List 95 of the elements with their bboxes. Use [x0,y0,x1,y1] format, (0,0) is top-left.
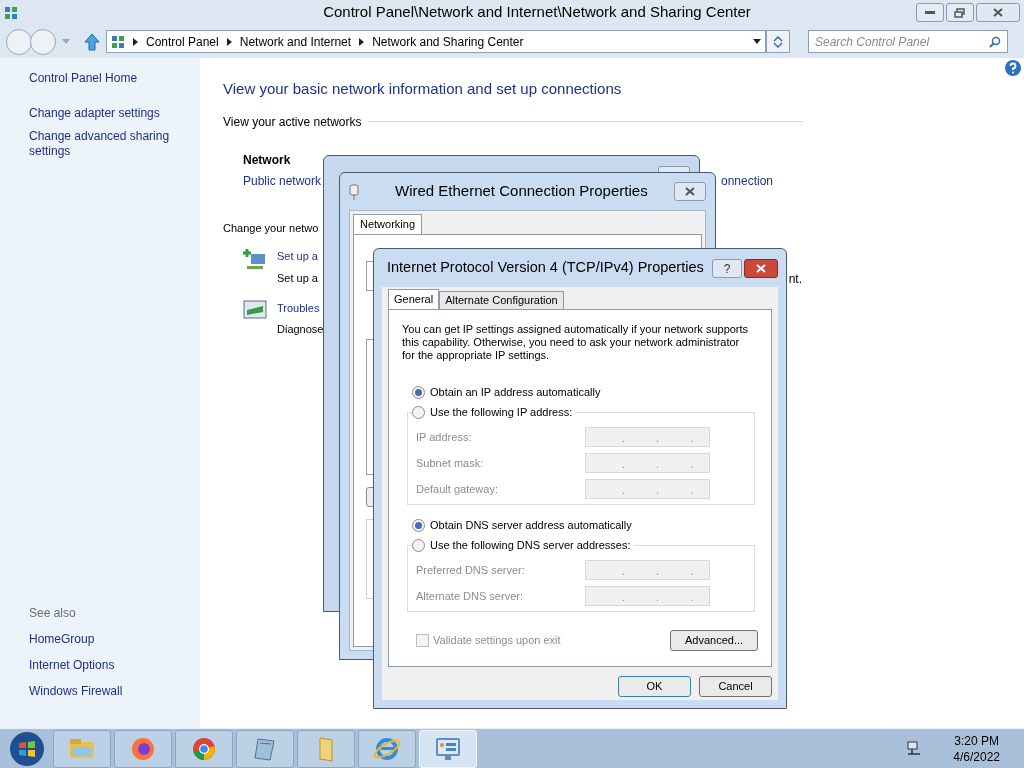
clock-time: 3:20 PM [954,732,999,749]
close-button[interactable] [674,182,706,201]
forward-button[interactable] [30,28,56,55]
back-button[interactable] [6,28,32,55]
see-also-heading: See also [29,605,77,622]
tab[interactable]: Alternate Configuration [439,291,564,309]
radio-button[interactable] [412,385,425,399]
address-field[interactable]: Control Panel Network and Internet Network and Sharing Center [106,30,766,53]
start-orb-icon [9,730,45,767]
radio-button[interactable] [412,538,425,552]
control-panel-icon [4,5,18,20]
ip-separator: . [621,430,625,446]
refresh-button[interactable] [766,30,790,53]
ip-separator: . [690,456,694,472]
close-icon [756,263,766,273]
close-button[interactable] [976,3,1020,22]
task-description: Set up a [277,270,318,286]
field-label: Default gateway: [416,481,498,497]
radio-button[interactable] [412,405,425,419]
control-panel-icon [111,34,125,49]
close-icon [993,8,1003,17]
ip-separator: . [621,589,625,605]
taskbar-app[interactable] [236,729,294,768]
checkbox-label: Validate settings upon exit [433,633,561,649]
taskbar-app[interactable] [114,729,172,768]
ip-separator: . [621,563,625,579]
minimize-icon [925,11,935,14]
refresh-icon [772,35,784,48]
advanced-button[interactable]: Advanced... [670,630,758,651]
chevron-icon [133,37,138,46]
chevron-icon [226,37,232,46]
breadcrumb[interactable]: Network and Sharing Center [372,32,524,51]
option-label: Obtain an IP address automatically [430,384,601,400]
radio-button[interactable] [412,518,425,532]
taskbar-app[interactable] [358,729,416,768]
sidebar-link[interactable]: Change advanced sharing settings [29,129,179,159]
field-label: IP address: [416,429,472,445]
ip-separator: . [621,482,625,498]
sidebar-link[interactable]: Change adapter settings [29,106,179,121]
tab[interactable]: Networking [353,214,423,234]
search-icon [989,35,1001,48]
task-description: nt. [788,270,802,288]
ip-separator: . [621,456,625,472]
field-label: Subnet mask: [416,455,484,471]
ip-separator: . [655,589,659,605]
sidebar-link[interactable]: Internet Options [29,656,200,674]
clock-date: 4/6/2022 [953,748,1000,765]
dropdown-arrow-icon[interactable] [753,39,761,44]
connection-link[interactable]: onnection [721,171,774,190]
restore-button[interactable] [946,3,974,22]
cancel-button[interactable]: Cancel [699,676,772,697]
ip-separator: . [655,430,659,446]
sidebar-link[interactable]: HomeGroup [29,630,200,648]
ip-separator: . [655,456,659,472]
task-description: Diagnose [277,322,324,337]
search-field[interactable]: Search Control Panel [808,30,1008,53]
field-label: Alternate DNS server: [416,588,523,604]
network-name: Network [243,151,292,169]
sidebar-link[interactable]: Windows Firewall [29,682,200,700]
network-adapter-icon [349,183,359,200]
restore-icon [954,7,966,18]
sidebar-link[interactable]: Control Panel Home [29,71,179,86]
close-icon [685,187,695,196]
taskbar-app[interactable] [175,729,233,768]
search-placeholder: Search Control Panel [815,33,930,51]
up-arrow-icon[interactable] [84,32,100,51]
network-setup-icon [243,248,267,272]
dialog-title: Internet Protocol Version 4 (TCP/IPv4) Properties [387,258,704,278]
minimize-button[interactable] [916,3,944,22]
breadcrumb[interactable]: Control Panel [146,32,219,51]
ip-separator: . [690,563,694,579]
help-button[interactable]: ? [712,258,742,278]
ip-separator: . [690,430,694,446]
option-label: Use the following IP address: [430,404,573,420]
ip-separator: . [690,482,694,498]
intro-text: You can get IP settings assigned automatically if your network supports this capability. Otherwise, you need to ask your network administrator for the appropriate IP settings. [402,323,750,362]
option-label: Obtain DNS server address automatically [430,517,632,533]
ok-button[interactable]: OK [618,676,691,697]
section-label: Change your netwo [223,220,319,236]
page-heading: View your basic network information and set up connections [223,79,623,99]
ip-separator: . [655,482,659,498]
section-label: View your active networks [223,113,362,131]
ip-separator: . [690,589,694,605]
ip-separator: . [655,563,659,579]
troubleshoot-icon [243,299,267,320]
window-title: Control Panel\Network and Internet\Network and Sharing Center [323,2,751,23]
breadcrumb[interactable]: Network and Internet [239,32,352,51]
chevron-icon [359,37,365,46]
tab[interactable]: General [388,289,440,309]
help-icon[interactable] [1004,59,1022,77]
field-label: Preferred DNS server: [416,562,525,578]
dialog-title: Wired Ethernet Connection Properties [395,181,648,202]
close-button[interactable] [744,258,778,278]
option-label: Use the following DNS server addresses: [430,537,631,553]
network-tray-icon[interactable] [906,740,923,757]
